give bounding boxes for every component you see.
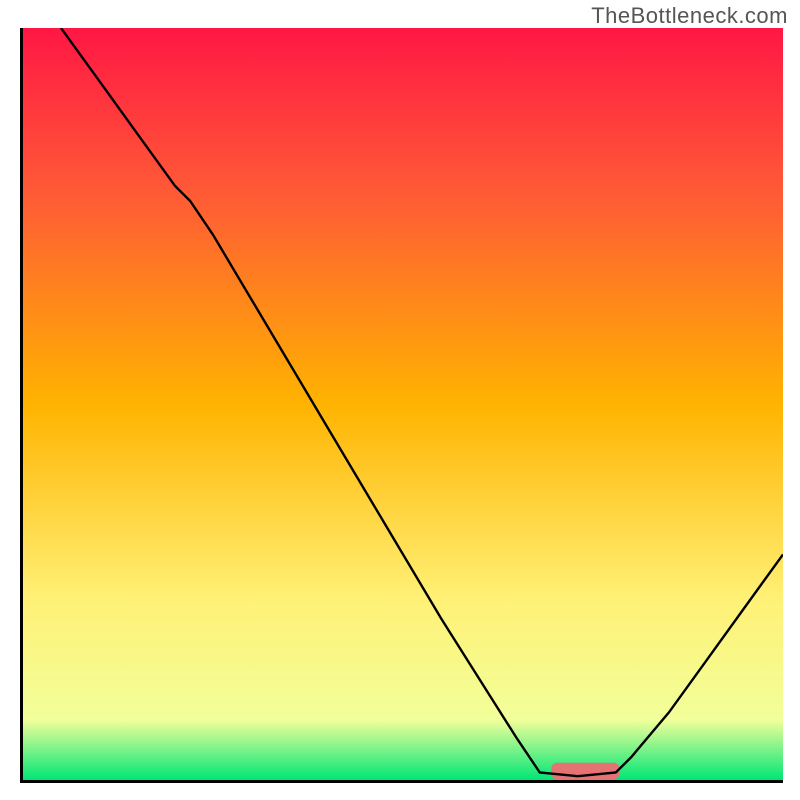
chart-container: TheBottleneck.com [0,0,800,800]
watermark-text: TheBottleneck.com [591,3,788,29]
chart-svg [23,28,783,780]
optimal-marker [551,763,619,780]
plot-area [20,28,783,783]
gradient-background [23,28,783,780]
